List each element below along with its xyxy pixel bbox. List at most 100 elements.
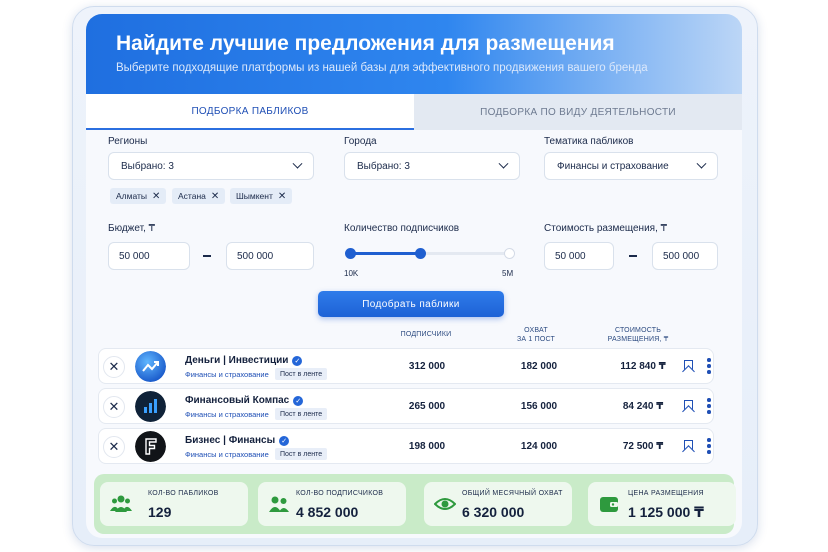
cost-label: Стоимость размещения, ₸ [544,223,667,234]
public-name[interactable]: Финансовый Компас ✓ [185,395,304,406]
close-icon[interactable]: ✕ [211,191,219,202]
regions-label: Регионы [108,136,148,147]
remove-icon[interactable]: ✕ [103,396,125,418]
summary-stats: КОЛ-ВО ПАБЛИКОВ 129 КОЛ-ВО ПОДПИСЧИКОВ 4… [94,474,736,534]
public-name[interactable]: Деньги | Инвестиции ✓ [185,355,303,366]
chevron-down-icon [292,158,303,169]
tab-bar: ПОДБОРКА ПАБЛИКОВ ПОДБОРКА ПО ВИДУ ДЕЯТЕ… [86,94,742,130]
range-dash [203,255,211,257]
reach-value: 182 000 [520,361,558,372]
search-publics-button[interactable]: Подобрать паблики [318,291,504,317]
tab-activity[interactable]: ПОДБОРКА ПО ВИДУ ДЕЯТЕЛЬНОСТИ [414,94,742,130]
followers-slider-min-handle[interactable] [345,248,356,259]
people-icon [269,496,289,512]
topic-label: Тематика пабликов [544,136,634,147]
verified-icon: ✓ [279,435,290,446]
verified-icon: ✓ [293,395,304,406]
subscribers-value: 198 000 [408,441,446,452]
followers-label: Количество подписчиков [344,223,460,234]
regions-select-value: Выбрано: 3 [121,160,174,172]
col-subscribers: ПОДПИСЧИКИ [400,331,452,338]
public-name-text: Финансовый Компас [185,395,290,406]
stat-card-cost: ЦЕНА РАЗМЕЩЕНИЯ 1 125 000 ₸ [588,482,736,526]
stat-label: ЦЕНА РАЗМЕЩЕНИЯ [628,490,704,497]
bookmark-icon[interactable] [684,360,693,372]
public-name-text: Бизнес | Финансы [185,435,276,446]
remove-icon[interactable]: ✕ [103,356,125,378]
avatar [135,431,166,462]
avatar [135,351,166,382]
hero-banner: Найдите лучшие предложения для размещени… [86,14,742,94]
close-icon[interactable]: ✕ [152,191,160,202]
cost-value: 72 500 ₸ [622,441,664,452]
users-icon [110,495,132,512]
stat-card-reach: ОБЩИЙ МЕСЯЧНЫЙ ОХВАТ 6 320 000 [424,482,572,526]
col-cost-line1: СТОИМОСТЬ [614,327,662,334]
budget-from-input[interactable]: 50 000 [108,242,190,270]
bookmark-icon[interactable] [684,400,693,412]
public-category: Финансы и страхование [185,410,269,419]
public-category: Финансы и страхование [185,450,269,459]
tab-publics[interactable]: ПОДБОРКА ПАБЛИКОВ [86,94,414,130]
wallet-icon [600,497,618,512]
cost-value: 112 840 ₸ [620,361,666,372]
region-chip-astana[interactable]: Астана ✕ [172,188,226,204]
chevron-down-icon [696,158,707,169]
region-chip-almaty[interactable]: Алматы ✕ [110,188,167,204]
stat-value: 1 125 000 ₸ [628,504,704,520]
page-subtitle: Выберите подходящие платформы из нашей б… [116,62,648,74]
table-row[interactable]: ✕ Бизнес | Финансы ✓ Финансы и страховани… [98,428,714,464]
range-dash [629,255,637,257]
topic-select[interactable]: Финансы и страхование [544,152,718,180]
eye-icon [434,498,456,510]
stat-card-publics: КОЛ-ВО ПАБЛИКОВ 129 [100,482,248,526]
stat-card-subscribers: КОЛ-ВО ПОДПИСЧИКОВ 4 852 000 [258,482,406,526]
stat-label: КОЛ-ВО ПОДПИСЧИКОВ [296,490,384,497]
cost-value: 84 240 ₸ [622,401,664,412]
stat-value: 4 852 000 [296,504,359,520]
page-title: Найдите лучшие предложения для размещени… [116,32,615,55]
public-category: Финансы и страхование [185,370,269,379]
stat-value: 6 320 000 [462,504,525,520]
main-panel: Найдите лучшие предложения для размещени… [86,14,742,538]
regions-select[interactable]: Выбрано: 3 [108,152,314,180]
stat-label: ОБЩИЙ МЕСЯЧНЫЙ ОХВАТ [462,490,563,497]
more-icon[interactable] [707,358,711,374]
post-type-badge: Пост в ленте [275,448,328,460]
followers-slider-max-handle[interactable] [415,248,426,259]
cities-select-value: Выбрано: 3 [357,160,410,172]
avatar [135,391,166,422]
chip-label: Астана [178,191,206,201]
cost-from-input[interactable]: 50 000 [544,242,614,270]
table-row[interactable]: ✕ Деньги | Инвестиции ✓ Финансы и страхов… [98,348,714,384]
verified-icon: ✓ [292,355,303,366]
stat-label: КОЛ-ВО ПАБЛИКОВ [148,490,219,497]
slider-min-label: 10K [344,269,359,278]
public-name[interactable]: Бизнес | Финансы ✓ [185,435,290,446]
region-chip-shymkent[interactable]: Шымкент ✕ [230,188,293,204]
reach-value: 124 000 [520,441,558,452]
chip-label: Шымкент [236,191,273,201]
reach-value: 156 000 [520,401,558,412]
col-cost: СТОИМОСТЬ РАЗМЕЩЕНИЯ, ₸ [598,326,678,344]
cities-label: Города [344,136,377,147]
cost-to-input[interactable]: 500 000 [652,242,718,270]
col-reach-line1: ОХВАТ [524,327,548,334]
subscribers-value: 312 000 [408,361,446,372]
post-type-badge: Пост в ленте [275,368,328,380]
cities-select[interactable]: Выбрано: 3 [344,152,520,180]
col-cost-line2: РАЗМЕЩЕНИЯ, ₸ [607,336,669,343]
remove-icon[interactable]: ✕ [103,436,125,458]
more-icon[interactable] [707,438,711,454]
public-name-text: Деньги | Инвестиции [185,355,289,366]
more-icon[interactable] [707,398,711,414]
stat-value: 129 [148,504,172,520]
close-icon[interactable]: ✕ [278,191,286,202]
chevron-down-icon [498,158,509,169]
bookmark-icon[interactable] [684,440,693,452]
followers-slider-end [504,248,515,259]
budget-label: Бюджет, ₸ [108,223,155,234]
budget-to-input[interactable]: 500 000 [226,242,314,270]
subscribers-value: 265 000 [408,401,446,412]
table-row[interactable]: ✕ Финансовый Компас ✓ Финансы и страхован… [98,388,714,424]
